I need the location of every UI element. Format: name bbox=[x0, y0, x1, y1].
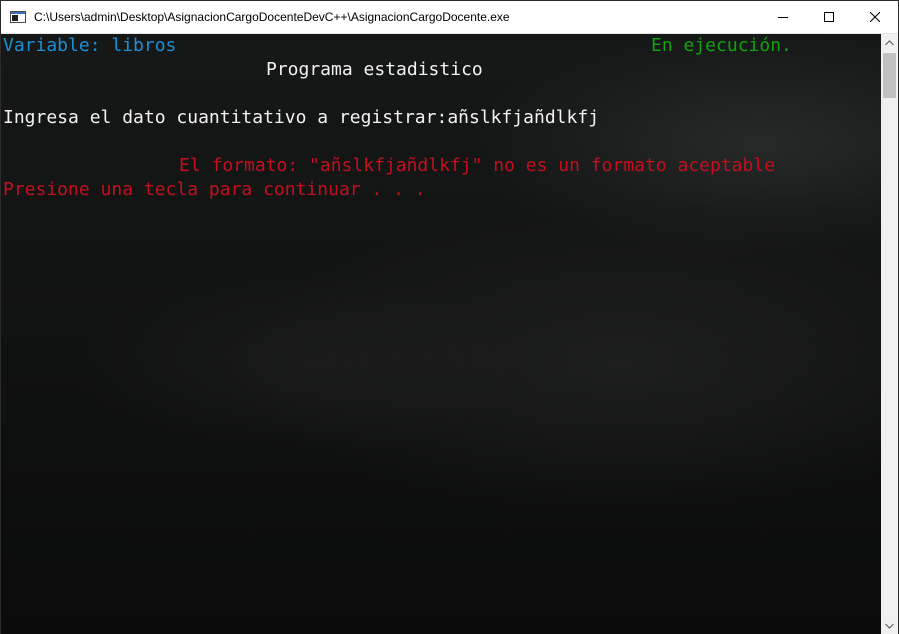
close-icon bbox=[870, 12, 880, 22]
scroll-up-button[interactable] bbox=[881, 34, 898, 51]
close-button[interactable] bbox=[852, 1, 898, 33]
scroll-down-button[interactable] bbox=[881, 617, 898, 634]
minimize-button[interactable] bbox=[760, 1, 806, 33]
continue-message: Presione una tecla para continuar . . . bbox=[3, 179, 426, 200]
chevron-up-icon bbox=[885, 39, 894, 45]
status-label: En ejecución. bbox=[651, 35, 792, 56]
minimize-icon bbox=[778, 17, 788, 18]
scroll-thumb[interactable] bbox=[883, 53, 896, 98]
chevron-down-icon bbox=[885, 623, 894, 629]
console-app-icon[interactable] bbox=[10, 9, 26, 25]
variable-label: Variable: libros bbox=[3, 35, 177, 56]
console-output[interactable]: Variable: libros En ejecución. Programa … bbox=[1, 34, 881, 634]
maximize-button[interactable] bbox=[806, 1, 852, 33]
title-bar[interactable]: C:\Users\admin\Desktop\AsignacionCargoDo… bbox=[1, 1, 898, 34]
input-prompt: Ingresa el dato cuantitativo a registrar… bbox=[3, 107, 600, 128]
error-message: El formato: "añslkfjañdlkfj" no es un fo… bbox=[179, 155, 776, 176]
console-window: C:\Users\admin\Desktop\AsignacionCargoDo… bbox=[0, 0, 899, 634]
window-title: C:\Users\admin\Desktop\AsignacionCargoDo… bbox=[34, 10, 510, 24]
maximize-icon bbox=[824, 12, 834, 22]
window-controls bbox=[760, 1, 898, 33]
program-heading: Programa estadistico bbox=[266, 59, 483, 80]
vertical-scrollbar[interactable] bbox=[881, 34, 898, 634]
